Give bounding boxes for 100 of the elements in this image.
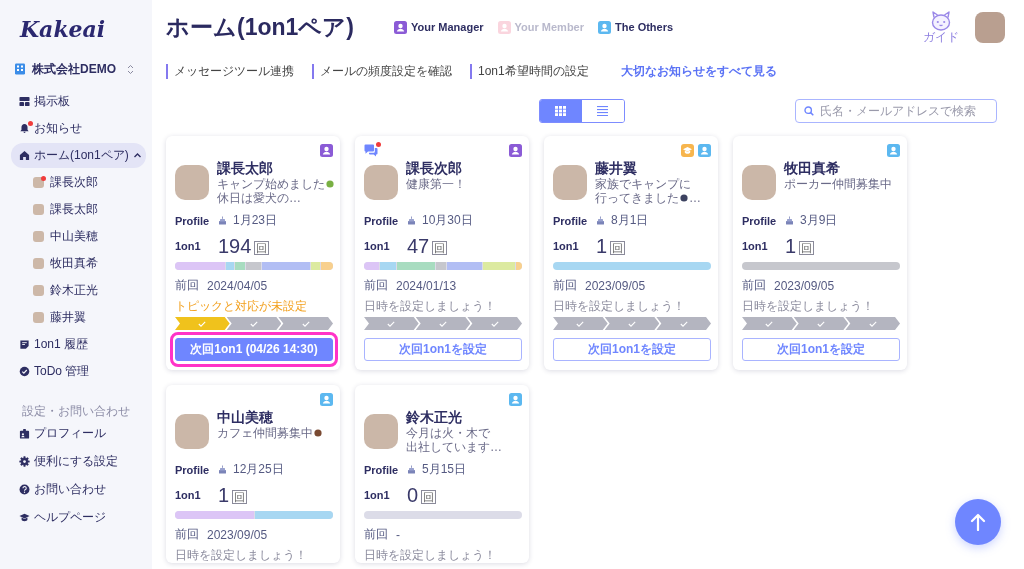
- last-date: 2024/01/13: [396, 278, 457, 293]
- search-icon: [804, 106, 814, 116]
- member-card[interactable]: 中山美穂 カフェ仲間募集中 Profile 12月25日 1on1 1 回 前回 2023/09/05 日時を設定しましょう！: [166, 385, 340, 563]
- nav-item[interactable]: プロフィール: [11, 419, 146, 447]
- legend-label: Your Manager: [411, 21, 484, 33]
- legend-label: The Others: [615, 21, 674, 33]
- guide-button[interactable]: ガイド: [923, 10, 959, 44]
- field-label: 前回: [364, 277, 388, 294]
- notification-dot: [376, 142, 381, 147]
- nav-item[interactable]: ホーム(1on1ペア): [11, 143, 146, 168]
- scroll-top-button[interactable]: [955, 499, 1001, 545]
- member-card[interactable]: 課長太郎 キャンプ始めました 休日は愛犬の… Profile 1月23日 1on1 194 回 前回 2024/04/05 トピックと対応が未設定 次回1on1 (04/26 14:30): [166, 136, 340, 370]
- member-card[interactable]: 藤井翼 家族でキャンプに 行ってきました … Profile 8月1日 1on1 1 回 前回 2023/09/05 日時を設定しましょう！ 次回1on1を設定: [544, 136, 718, 370]
- person-icon: [497, 20, 511, 34]
- person-icon: [509, 393, 522, 406]
- last-date: 2023/09/05: [774, 278, 835, 293]
- check-icon: [765, 320, 774, 327]
- photo-placeholder: [364, 165, 398, 200]
- status-message: 日時を設定しましょう！: [175, 548, 307, 562]
- sidebar-subitem[interactable]: 鈴木正光: [0, 277, 152, 304]
- check-icon: [490, 320, 499, 327]
- check-icon: [817, 320, 825, 327]
- status-text: カフェ仲間募集中: [217, 426, 313, 440]
- photo-placeholder: [175, 165, 209, 200]
- cake-icon: [407, 216, 416, 225]
- birthday-date: 8月1日: [611, 212, 649, 229]
- sidebar-subitem[interactable]: 牧田真希: [0, 250, 152, 277]
- person-icon: [598, 20, 611, 34]
- photo-placeholder: [33, 285, 44, 296]
- status-text: 健康第一！: [406, 177, 466, 191]
- status-message: 日時を設定しましょう！: [742, 299, 874, 313]
- logo: Kakeai: [20, 18, 106, 40]
- count-value: 0: [407, 484, 419, 506]
- check-icon: [250, 320, 258, 327]
- status-text: 出社しています…: [406, 440, 502, 454]
- cake-icon: [218, 216, 227, 225]
- member-name: 藤井翼: [595, 160, 638, 177]
- nav-item[interactable]: ToDo 管理: [11, 358, 146, 385]
- nav-item[interactable]: 掲示板: [11, 88, 146, 115]
- count-unit: 回: [232, 490, 248, 504]
- photo-placeholder: [33, 231, 44, 242]
- person-icon: [394, 20, 407, 34]
- field-label: Profile: [175, 214, 211, 227]
- settings-link[interactable]: メッセージツール連携: [166, 63, 294, 79]
- birthday-date: 12月25日: [233, 461, 284, 478]
- gear-icon: [19, 455, 30, 467]
- last-date: 2024/04/05: [207, 278, 268, 293]
- person-icon: [509, 144, 522, 157]
- nav-item[interactable]: 便利にする設定: [11, 447, 146, 475]
- member-name: 課長太郎: [217, 160, 274, 177]
- grid-view-tab[interactable]: [539, 100, 582, 122]
- field-label: 1on1: [175, 489, 202, 501]
- sidebar-subitem[interactable]: 課長太郎: [0, 196, 152, 223]
- nav-item[interactable]: お知らせ: [11, 115, 146, 142]
- check-icon: [628, 320, 636, 327]
- settings-link[interactable]: 1on1希望時間の設定: [470, 63, 589, 79]
- field-label: 1on1: [364, 240, 391, 252]
- member-name: 中山美穂: [217, 409, 274, 426]
- count-unit: 回: [421, 490, 437, 504]
- sidebar-subitem[interactable]: 藤井翼: [0, 304, 152, 331]
- photo-placeholder: [33, 312, 44, 323]
- cake-icon: [785, 216, 794, 225]
- settings-link[interactable]: メールの頻度設定を確認: [312, 63, 452, 79]
- help-icon: [19, 483, 30, 495]
- member-card[interactable]: 鈴木正光 今月は火・木で 出社しています… Profile 5月15日 1on1 0 回 前回 - 日時を設定しましょう！: [355, 385, 529, 563]
- nav-item[interactable]: 1on1 履歴: [11, 331, 146, 358]
- photo-placeholder: [364, 414, 398, 449]
- notice-link[interactable]: 大切なお知らせをすべて見る: [620, 62, 777, 80]
- person-icon: [698, 144, 711, 157]
- member-card[interactable]: 課長次郎 健康第一！ Profile 10月30日 1on1 47 回 前回 2024/01/13 日時を設定しましょう！ 次回1on1を設定: [355, 136, 529, 370]
- sidebar-subitem[interactable]: 課長次郎: [0, 169, 152, 196]
- check-icon: [439, 320, 447, 327]
- board-icon: [19, 96, 30, 107]
- photo-placeholder: [742, 165, 776, 200]
- photo-placeholder[interactable]: [975, 11, 1005, 43]
- field-label: 1on1: [364, 489, 391, 501]
- search-field[interactable]: 氏名・メールアドレスで検索: [795, 99, 997, 123]
- member-card[interactable]: 牧田真希 ポーカー仲間募集中 Profile 3月9日 1on1 1 回 前回 2023/09/05 日時を設定しましょう！ 次回1on1を設定: [733, 136, 907, 370]
- legend-label: Your Member: [514, 21, 584, 33]
- photo-placeholder: [553, 165, 587, 200]
- last-date: -: [396, 527, 400, 542]
- status-message: 日時を設定しましょう！: [364, 548, 496, 562]
- company-switcher[interactable]: 株式会社DEMO: [0, 57, 152, 81]
- nav-item[interactable]: お問い合わせ: [11, 475, 146, 503]
- status-text: 休日は愛犬の…: [217, 191, 301, 205]
- check-icon: [576, 320, 585, 327]
- cake-icon: [407, 465, 416, 474]
- birthday-date: 1月23日: [233, 212, 278, 229]
- arrow-up-icon: [970, 513, 986, 531]
- check-icon: [198, 320, 207, 327]
- count-value: 194: [218, 235, 252, 257]
- nav-item[interactable]: ヘルプページ: [11, 503, 146, 531]
- field-label: Profile: [553, 214, 589, 227]
- sidebar-subitem[interactable]: 中山美穂: [0, 223, 152, 250]
- count-unit: 回: [610, 241, 626, 255]
- birthday-date: 3月9日: [800, 212, 838, 229]
- count-value: 1: [596, 235, 608, 257]
- graduation-cap-icon: [19, 511, 30, 523]
- id-badge-icon: [19, 427, 30, 439]
- person-icon: [887, 144, 900, 157]
